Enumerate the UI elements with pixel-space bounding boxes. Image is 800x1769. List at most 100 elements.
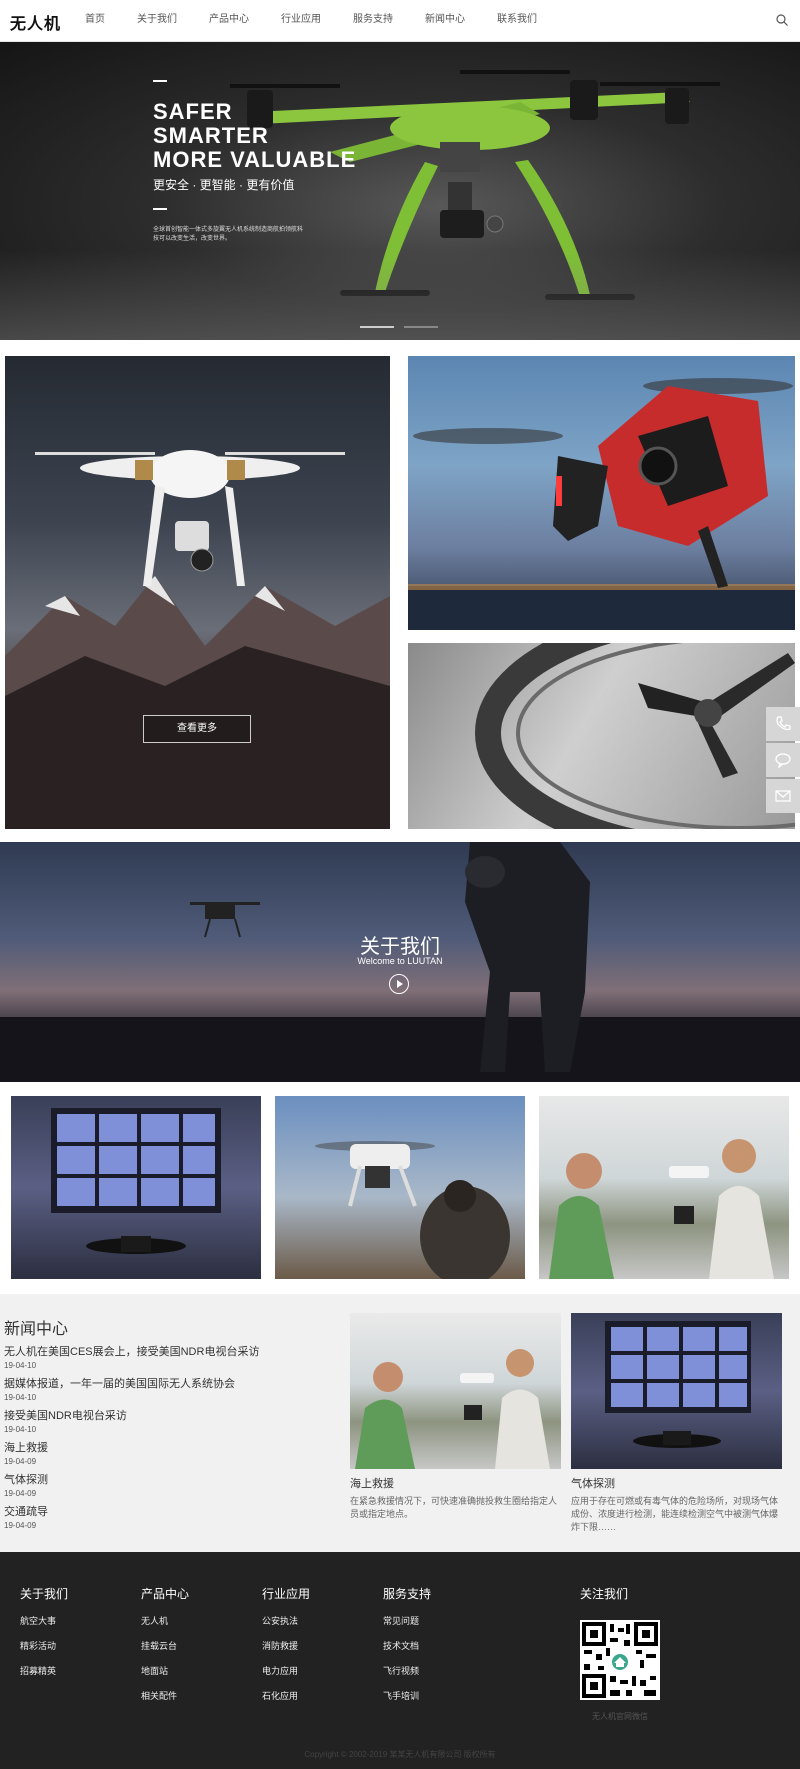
footer-link[interactable]: 技术文档 [383, 1639, 483, 1664]
product-tile-large[interactable] [5, 356, 390, 829]
news-item[interactable]: 据媒体报道，一年一届的美国国际无人系统协会 19-04-10 [4, 1375, 334, 1402]
main-nav: 首页 关于我们 产品中心 行业应用 服务支持 新闻中心 联系我们 [85, 0, 569, 42]
site-logo[interactable]: 无人机 [10, 10, 61, 34]
gallery-thumb-control-room[interactable] [11, 1096, 261, 1279]
footer-link[interactable]: 无人机 [141, 1614, 241, 1639]
phone-tool-button[interactable] [766, 707, 800, 741]
about-title: 关于我们 [360, 936, 440, 958]
top-navbar: 无人机 首页 关于我们 产品中心 行业应用 服务支持 新闻中心 联系我们 [0, 0, 800, 42]
two-men-with-drone-image [355, 1349, 550, 1469]
play-video-button[interactable] [389, 974, 409, 994]
hero-subtitle: 更安全 · 更智能 · 更有价值 [153, 178, 295, 192]
nav-service[interactable]: 服务支持 [353, 0, 393, 42]
hero-title: SAFER SMARTER MORE VALUABLE [153, 99, 357, 172]
footer-link[interactable]: 消防救援 [262, 1639, 362, 1664]
footer-column-industry: 行业应用 公安执法 消防救援 电力应用 石化应用 [262, 1585, 362, 1714]
search-icon[interactable] [776, 14, 788, 26]
phone-icon [776, 716, 791, 731]
news-item[interactable]: 接受美国NDR电视台采访 19-04-10 [4, 1407, 334, 1434]
about-subtitle: Welcome to LUUTAN [357, 956, 443, 966]
news-card-rescue[interactable]: 海上救援 在紧急救援情况下，可快速准确抛投救生圈给指定人员或指定地点。 [350, 1313, 561, 1521]
news-item-date: 19-04-10 [4, 1393, 37, 1402]
nav-contact[interactable]: 联系我们 [497, 0, 537, 42]
footer-link[interactable]: 精彩活动 [20, 1639, 120, 1664]
news-item-title[interactable]: 交通疏导 [4, 1503, 334, 1519]
gallery-thumb-two-men[interactable] [539, 1096, 789, 1279]
footer-column-products: 产品中心 无人机 挂载云台 地面站 相关配件 [141, 1585, 241, 1714]
nav-industry[interactable]: 行业应用 [281, 0, 321, 42]
news-item[interactable]: 海上救援 19-04-09 [4, 1439, 334, 1466]
wechat-qr-code [580, 1620, 660, 1700]
drone-pilot-image [315, 1141, 510, 1279]
footer-link[interactable]: 相关配件 [141, 1689, 241, 1714]
footer-link[interactable]: 航空大事 [20, 1614, 120, 1639]
news-item-title[interactable]: 无人机在美国CES展会上，接受美国NDR电视台采访 [4, 1343, 334, 1359]
chat-icon [775, 753, 791, 769]
news-item-date: 19-04-09 [4, 1521, 37, 1530]
footer-column-service: 服务支持 常见问题 技术文档 飞行视频 飞手培训 [383, 1585, 483, 1714]
nav-news[interactable]: 新闻中心 [425, 0, 465, 42]
footer-column-about: 关于我们 航空大事 精彩活动 招募精英 [20, 1585, 120, 1689]
mail-icon [775, 790, 791, 802]
footer-link[interactable]: 飞行视频 [383, 1664, 483, 1689]
footer-heading: 关注我们 [580, 1587, 629, 1601]
gallery-thumb-pilot[interactable] [275, 1096, 525, 1279]
news-card-image [571, 1313, 782, 1469]
hero-slide-indicators [360, 326, 448, 328]
copyright: Copyright © 2002-2019 某某无人机有限公司 版权所有 [304, 1750, 496, 1759]
two-men-with-drone-image [549, 1139, 774, 1279]
footer-link[interactable]: 飞手培训 [383, 1689, 483, 1714]
product-tile-bottom-right[interactable] [408, 643, 795, 829]
news-item-date: 19-04-09 [4, 1489, 37, 1498]
product-tile-top-right[interactable] [408, 356, 795, 630]
footer-link[interactable]: 石化应用 [262, 1689, 362, 1714]
white-drone-mountain-image [5, 450, 390, 829]
news-item-date: 19-04-10 [4, 1425, 37, 1434]
qr-caption: 无人机官网微信 [592, 1712, 648, 1721]
news-card-desc: 在紧急救援情况下，可快速准确抛投救生圈给指定人员或指定地点。 [350, 1496, 558, 1519]
news-heading: 新闻中心 [4, 1321, 69, 1338]
hero-description: 全球首创智能一体式多旋翼无人机系统制造商航拍领航科技可以改变生活，改变世界。 [153, 227, 304, 242]
news-item-date: 19-04-10 [4, 1361, 37, 1370]
news-item-date: 19-04-09 [4, 1457, 37, 1466]
nav-products[interactable]: 产品中心 [209, 0, 249, 42]
footer-link[interactable]: 公安执法 [262, 1614, 362, 1639]
footer-link[interactable]: 电力应用 [262, 1664, 362, 1689]
mail-tool-button[interactable] [766, 779, 800, 813]
footer-link[interactable]: 挂载云台 [141, 1639, 241, 1664]
propeller-closeup-image [475, 643, 795, 829]
news-item-title[interactable]: 气体探测 [4, 1471, 334, 1487]
footer-heading: 关于我们 [20, 1587, 69, 1601]
slide-dot-1[interactable] [360, 326, 394, 328]
nav-home[interactable]: 首页 [85, 0, 105, 42]
news-card-title[interactable]: 气体探测 [571, 1475, 782, 1491]
footer-link[interactable]: 地面站 [141, 1664, 241, 1689]
hero-dash-top [153, 80, 167, 82]
footer-heading: 行业应用 [262, 1587, 311, 1601]
footer-link[interactable]: 招募精英 [20, 1664, 120, 1689]
news-card-image [350, 1313, 561, 1469]
footer-link[interactable]: 常见问题 [383, 1614, 483, 1639]
news-item[interactable]: 交通疏导 19-04-09 [4, 1503, 334, 1530]
nav-about[interactable]: 关于我们 [137, 0, 177, 42]
news-card-gas[interactable]: 气体探测 应用于存在可燃或有毒气体的危险场所，对现场气体成份、浓度进行检测，能连… [571, 1313, 782, 1534]
red-drone-city-image [408, 378, 795, 630]
control-room-drone-image [605, 1321, 751, 1448]
chat-tool-button[interactable] [766, 743, 800, 777]
footer-heading: 服务支持 [383, 1587, 432, 1601]
footer-heading: 产品中心 [141, 1587, 190, 1601]
news-card-title[interactable]: 海上救援 [350, 1475, 561, 1491]
news-item-title[interactable]: 接受美国NDR电视台采访 [4, 1407, 334, 1423]
news-item-title[interactable]: 海上救援 [4, 1439, 334, 1455]
hero-banner [0, 42, 800, 340]
slide-dot-2[interactable] [404, 326, 438, 328]
news-item[interactable]: 无人机在美国CES展会上，接受美国NDR电视台采访 19-04-10 [4, 1343, 334, 1370]
news-item-title[interactable]: 据媒体报道，一年一届的美国国际无人系统协会 [4, 1375, 334, 1391]
news-card-desc: 应用于存在可燃或有毒气体的危险场所，对现场气体成份、浓度进行检测，能连续检测空气… [571, 1496, 779, 1532]
view-more-button[interactable]: 查看更多 [143, 715, 251, 743]
qr-code-icon [582, 1622, 658, 1698]
news-item[interactable]: 气体探测 19-04-09 [4, 1471, 334, 1498]
footer-column-follow: 关注我们 [580, 1585, 680, 1614]
hero-dash-bottom [153, 208, 167, 210]
control-room-drone-image [51, 1108, 221, 1254]
